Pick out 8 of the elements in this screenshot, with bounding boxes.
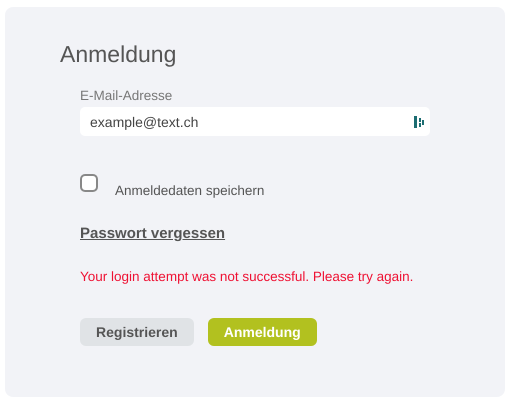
error-message: Your login attempt was not successful. Please try again. xyxy=(80,269,414,284)
page-title: Anmeldung xyxy=(60,41,178,67)
register-button[interactable]: Registrieren xyxy=(80,318,194,346)
email-field[interactable]: example@text.ch xyxy=(80,107,430,136)
remember-label: Anmeldedaten speichern xyxy=(115,183,264,198)
forgot-password-link[interactable]: Passwort vergessen xyxy=(80,225,226,242)
email-label: E-Mail-Adresse xyxy=(80,88,174,104)
remember-checkbox[interactable] xyxy=(80,174,98,192)
